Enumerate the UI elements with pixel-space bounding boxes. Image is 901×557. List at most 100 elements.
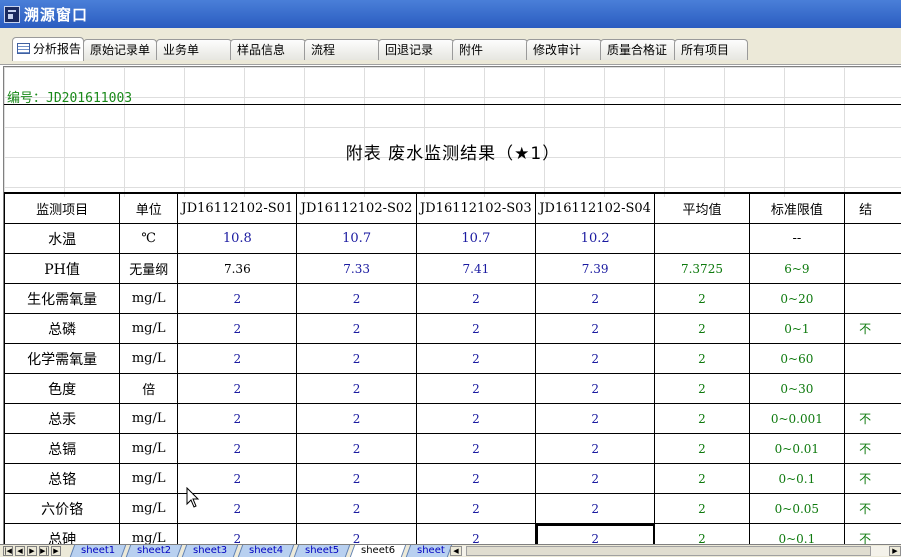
- value-cell[interactable]: 2: [536, 344, 655, 374]
- item-cell[interactable]: 总汞: [5, 404, 120, 434]
- result-cell[interactable]: [845, 374, 901, 404]
- unit-cell[interactable]: 倍: [120, 374, 178, 404]
- average-cell[interactable]: 2: [655, 464, 749, 494]
- average-cell[interactable]: [655, 224, 749, 254]
- value-cell[interactable]: 2: [178, 284, 297, 314]
- sheet-tab-6[interactable]: sheet6: [350, 545, 407, 557]
- value-cell[interactable]: 2: [416, 344, 535, 374]
- value-cell[interactable]: 2: [416, 284, 535, 314]
- average-cell[interactable]: 2: [655, 314, 749, 344]
- header-cell[interactable]: JD16112102-S02: [297, 194, 416, 224]
- limit-cell[interactable]: 0~0.1: [749, 524, 844, 546]
- item-cell[interactable]: 总镉: [5, 434, 120, 464]
- header-cell[interactable]: 结: [845, 194, 901, 224]
- value-cell[interactable]: 2: [297, 314, 416, 344]
- limit-cell[interactable]: 0~20: [749, 284, 844, 314]
- header-cell[interactable]: JD16112102-S01: [178, 194, 297, 224]
- value-cell[interactable]: 2: [297, 344, 416, 374]
- unit-cell[interactable]: mg/L: [120, 494, 178, 524]
- average-cell[interactable]: 7.3725: [655, 254, 749, 284]
- average-cell[interactable]: 2: [655, 434, 749, 464]
- tab-all-items[interactable]: 所有项目: [674, 39, 748, 60]
- value-cell[interactable]: 2: [536, 494, 655, 524]
- tab-sample-info[interactable]: 样品信息: [230, 39, 306, 60]
- sheet-tab-2[interactable]: sheet2: [126, 545, 183, 557]
- header-cell[interactable]: 监测项目: [5, 194, 120, 224]
- average-cell[interactable]: 2: [655, 374, 749, 404]
- scroll-right-icon[interactable]: ▶: [889, 546, 901, 556]
- item-cell[interactable]: PH值: [5, 254, 120, 284]
- value-cell[interactable]: 2: [416, 494, 535, 524]
- header-cell[interactable]: JD16112102-S04: [536, 194, 655, 224]
- limit-cell[interactable]: 0~60: [749, 344, 844, 374]
- value-cell[interactable]: 2: [536, 374, 655, 404]
- unit-cell[interactable]: mg/L: [120, 524, 178, 546]
- limit-cell[interactable]: 6~9: [749, 254, 844, 284]
- unit-cell[interactable]: mg/L: [120, 434, 178, 464]
- unit-cell[interactable]: mg/L: [120, 344, 178, 374]
- value-cell[interactable]: 10.2: [536, 224, 655, 254]
- sheet-tab-1[interactable]: sheet1: [70, 545, 127, 557]
- value-cell[interactable]: 2: [178, 404, 297, 434]
- tab-rollback-records[interactable]: 回退记录: [378, 39, 454, 60]
- value-cell[interactable]: 2: [178, 524, 297, 546]
- value-cell[interactable]: 2: [297, 284, 416, 314]
- result-cell[interactable]: 不: [845, 464, 901, 494]
- result-cell[interactable]: 不: [845, 434, 901, 464]
- unit-cell[interactable]: mg/L: [120, 314, 178, 344]
- value-cell[interactable]: 7.33: [297, 254, 416, 284]
- value-cell[interactable]: 2: [416, 404, 535, 434]
- item-cell[interactable]: 总磷: [5, 314, 120, 344]
- value-cell[interactable]: 2: [297, 404, 416, 434]
- item-cell[interactable]: 总铬: [5, 464, 120, 494]
- unit-cell[interactable]: mg/L: [120, 464, 178, 494]
- prev-sheet-button[interactable]: ◀: [15, 546, 25, 556]
- tab-quality-certificate[interactable]: 质量合格证: [600, 39, 676, 60]
- tab-analysis-report[interactable]: 分析报告: [12, 37, 84, 61]
- tab-original-records[interactable]: 原始记录单: [83, 39, 157, 60]
- sheet-tab-3[interactable]: sheet3: [182, 545, 239, 557]
- header-cell[interactable]: 平均值: [655, 194, 749, 224]
- value-cell[interactable]: 2: [297, 434, 416, 464]
- last-sheet-button[interactable]: ▶|: [39, 546, 49, 556]
- value-cell[interactable]: 10.7: [416, 224, 535, 254]
- value-cell[interactable]: 10.8: [178, 224, 297, 254]
- value-cell[interactable]: 2: [178, 374, 297, 404]
- limit-cell[interactable]: 0~0.1: [749, 464, 844, 494]
- tab-workflow[interactable]: 流程: [304, 39, 380, 60]
- value-cell[interactable]: 2: [416, 464, 535, 494]
- next-sheet-button[interactable]: ▶: [27, 546, 37, 556]
- spreadsheet-area[interactable]: 编号：JD201611003 附表 废水监测结果（★1） 监测项目 单位 JD1…: [3, 66, 901, 545]
- value-cell[interactable]: 2: [297, 494, 416, 524]
- horizontal-scrollbar[interactable]: ◀ ▶: [450, 546, 901, 556]
- item-cell[interactable]: 总砷: [5, 524, 120, 546]
- value-cell[interactable]: 2: [178, 434, 297, 464]
- sheet-nav-button[interactable]: ▶: [51, 546, 61, 556]
- value-cell[interactable]: 2: [416, 524, 535, 546]
- scroll-thumb[interactable]: [466, 546, 871, 556]
- result-cell[interactable]: 不: [845, 314, 901, 344]
- value-cell[interactable]: 2: [536, 284, 655, 314]
- value-cell[interactable]: 7.39: [536, 254, 655, 284]
- tab-attachments[interactable]: 附件: [452, 39, 528, 60]
- item-cell[interactable]: 水温: [5, 224, 120, 254]
- value-cell[interactable]: 2: [297, 374, 416, 404]
- value-cell[interactable]: 2: [416, 374, 535, 404]
- header-cell[interactable]: 单位: [120, 194, 178, 224]
- average-cell[interactable]: 2: [655, 284, 749, 314]
- item-cell[interactable]: 色度: [5, 374, 120, 404]
- value-cell[interactable]: 2: [416, 314, 535, 344]
- limit-cell[interactable]: 0~0.05: [749, 494, 844, 524]
- result-cell[interactable]: 不: [845, 524, 901, 546]
- limit-cell[interactable]: 0~1: [749, 314, 844, 344]
- value-cell[interactable]: 2: [297, 464, 416, 494]
- scroll-left-icon[interactable]: ◀: [450, 546, 462, 556]
- unit-cell[interactable]: ℃: [120, 224, 178, 254]
- result-cell[interactable]: [845, 344, 901, 374]
- value-cell[interactable]: 2: [536, 404, 655, 434]
- sheet-tab-4[interactable]: sheet4: [238, 545, 295, 557]
- item-cell[interactable]: 生化需氧量: [5, 284, 120, 314]
- value-cell[interactable]: 2: [536, 464, 655, 494]
- tab-modification-audit[interactable]: 修改审计: [526, 39, 602, 60]
- item-cell[interactable]: 六价铬: [5, 494, 120, 524]
